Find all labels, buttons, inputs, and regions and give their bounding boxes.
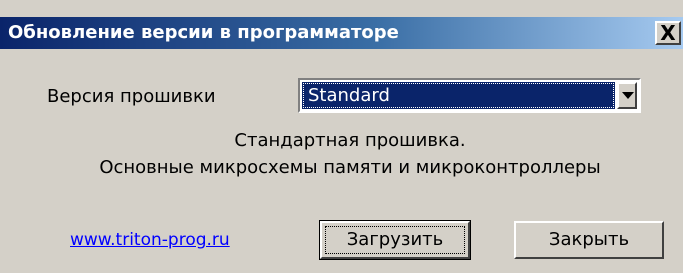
close-button[interactable]: X (655, 21, 681, 45)
load-button[interactable]: Загрузить (319, 220, 471, 260)
firmware-description-line1: Стандартная прошивка. (234, 130, 466, 151)
close-button-label: Закрыть (548, 229, 630, 250)
website-link[interactable]: www.triton-prog.ru (70, 230, 230, 250)
title-bar[interactable]: Обновление версии в программаторе X (0, 17, 683, 49)
close-dialog-button[interactable]: Закрыть (514, 221, 664, 259)
firmware-version-value[interactable]: Standard (302, 82, 615, 109)
close-icon: X (660, 21, 676, 45)
load-button-label: Загрузить (346, 229, 444, 250)
dropdown-button[interactable] (617, 82, 637, 109)
chevron-down-icon (622, 92, 634, 99)
window-title: Обновление версии в программаторе (8, 22, 399, 43)
firmware-version-label: Версия прошивки (47, 86, 216, 107)
firmware-description-line2: Основные микросхемы памяти и микроконтро… (99, 157, 601, 178)
firmware-version-select[interactable]: Standard (298, 78, 641, 113)
dialog-window: Обновление версии в программаторе X Верс… (0, 0, 683, 273)
